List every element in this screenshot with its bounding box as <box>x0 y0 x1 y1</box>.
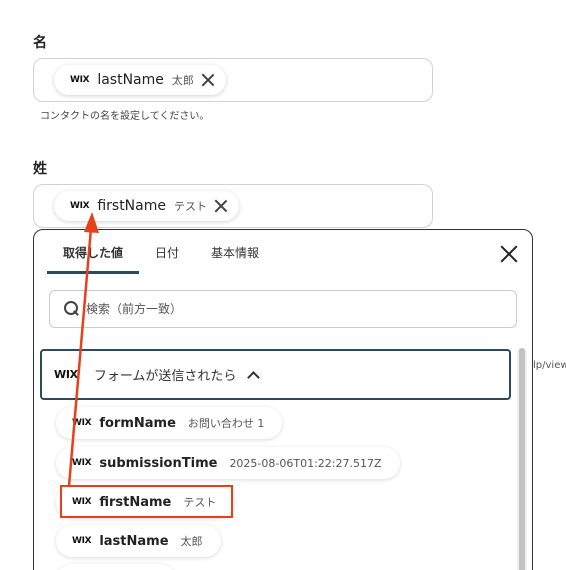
wix-logo-icon: WIX <box>70 201 90 211</box>
chip-value: 太郎 <box>171 74 194 87</box>
list-item[interactable]: WIX submissionTime 2025-08-06T01:22:27.5… <box>56 447 400 479</box>
list-item[interactable]: WIX formName お問い合わせ 1 <box>56 407 283 439</box>
scrollbar-thumb[interactable] <box>519 348 525 570</box>
highlight-box <box>60 485 233 518</box>
item-value: 太郎 <box>180 535 203 548</box>
item-value: お問い合わせ 1 <box>187 417 265 430</box>
trigger-group-header[interactable]: WIX フォームが送信されたら <box>40 349 511 400</box>
list-item[interactable] <box>56 564 176 570</box>
tab-basic-info[interactable]: 基本情報 <box>195 230 275 274</box>
last-name-label: 名 <box>33 35 47 51</box>
panel-tabs: 取得した値 日付 基本情報 <box>47 230 275 274</box>
search-icon <box>64 301 80 317</box>
wix-logo-icon: WIX <box>54 368 78 381</box>
first-name-field[interactable]: WIX firstName テスト <box>33 184 433 228</box>
group-title: フォームが送信されたら <box>93 369 237 384</box>
first-name-label: 姓 <box>33 161 47 177</box>
item-name: lastName <box>99 533 169 549</box>
chip-name: lastName <box>97 72 164 88</box>
background-url-text: lp/view <box>533 360 566 371</box>
item-name: formName <box>99 415 176 431</box>
list-item[interactable]: WIX lastName 太郎 <box>56 525 221 557</box>
tab-acquired-values[interactable]: 取得した値 <box>47 230 140 274</box>
last-name-hint: コンタクトの名を設定してください。 <box>40 111 210 122</box>
search-input[interactable] <box>86 302 466 316</box>
item-name: submissionTime <box>99 455 218 471</box>
chip-value: テスト <box>174 200 207 213</box>
wix-logo-icon: WIX <box>70 75 90 85</box>
item-value: 2025-08-06T01:22:27.517Z <box>229 456 382 470</box>
scrollbar[interactable] <box>517 348 527 570</box>
wix-logo-icon: WIX <box>72 536 92 546</box>
wix-logo-icon: WIX <box>72 418 92 428</box>
chevron-up-icon[interactable] <box>248 370 258 380</box>
last-name-chip[interactable]: WIX lastName 太郎 <box>54 65 226 95</box>
close-icon[interactable] <box>213 198 229 214</box>
wix-logo-icon: WIX <box>72 458 92 468</box>
first-name-chip[interactable]: WIX firstName テスト <box>54 191 239 221</box>
value-picker-panel: 取得した値 日付 基本情報 WIX フォームが送信されたら <box>33 229 533 570</box>
tab-date[interactable]: 日付 <box>139 230 195 274</box>
close-icon[interactable] <box>200 72 216 88</box>
close-icon[interactable] <box>500 245 518 263</box>
chip-name: firstName <box>97 198 166 214</box>
search-box[interactable] <box>49 290 517 328</box>
last-name-field[interactable]: WIX lastName 太郎 <box>33 58 433 102</box>
